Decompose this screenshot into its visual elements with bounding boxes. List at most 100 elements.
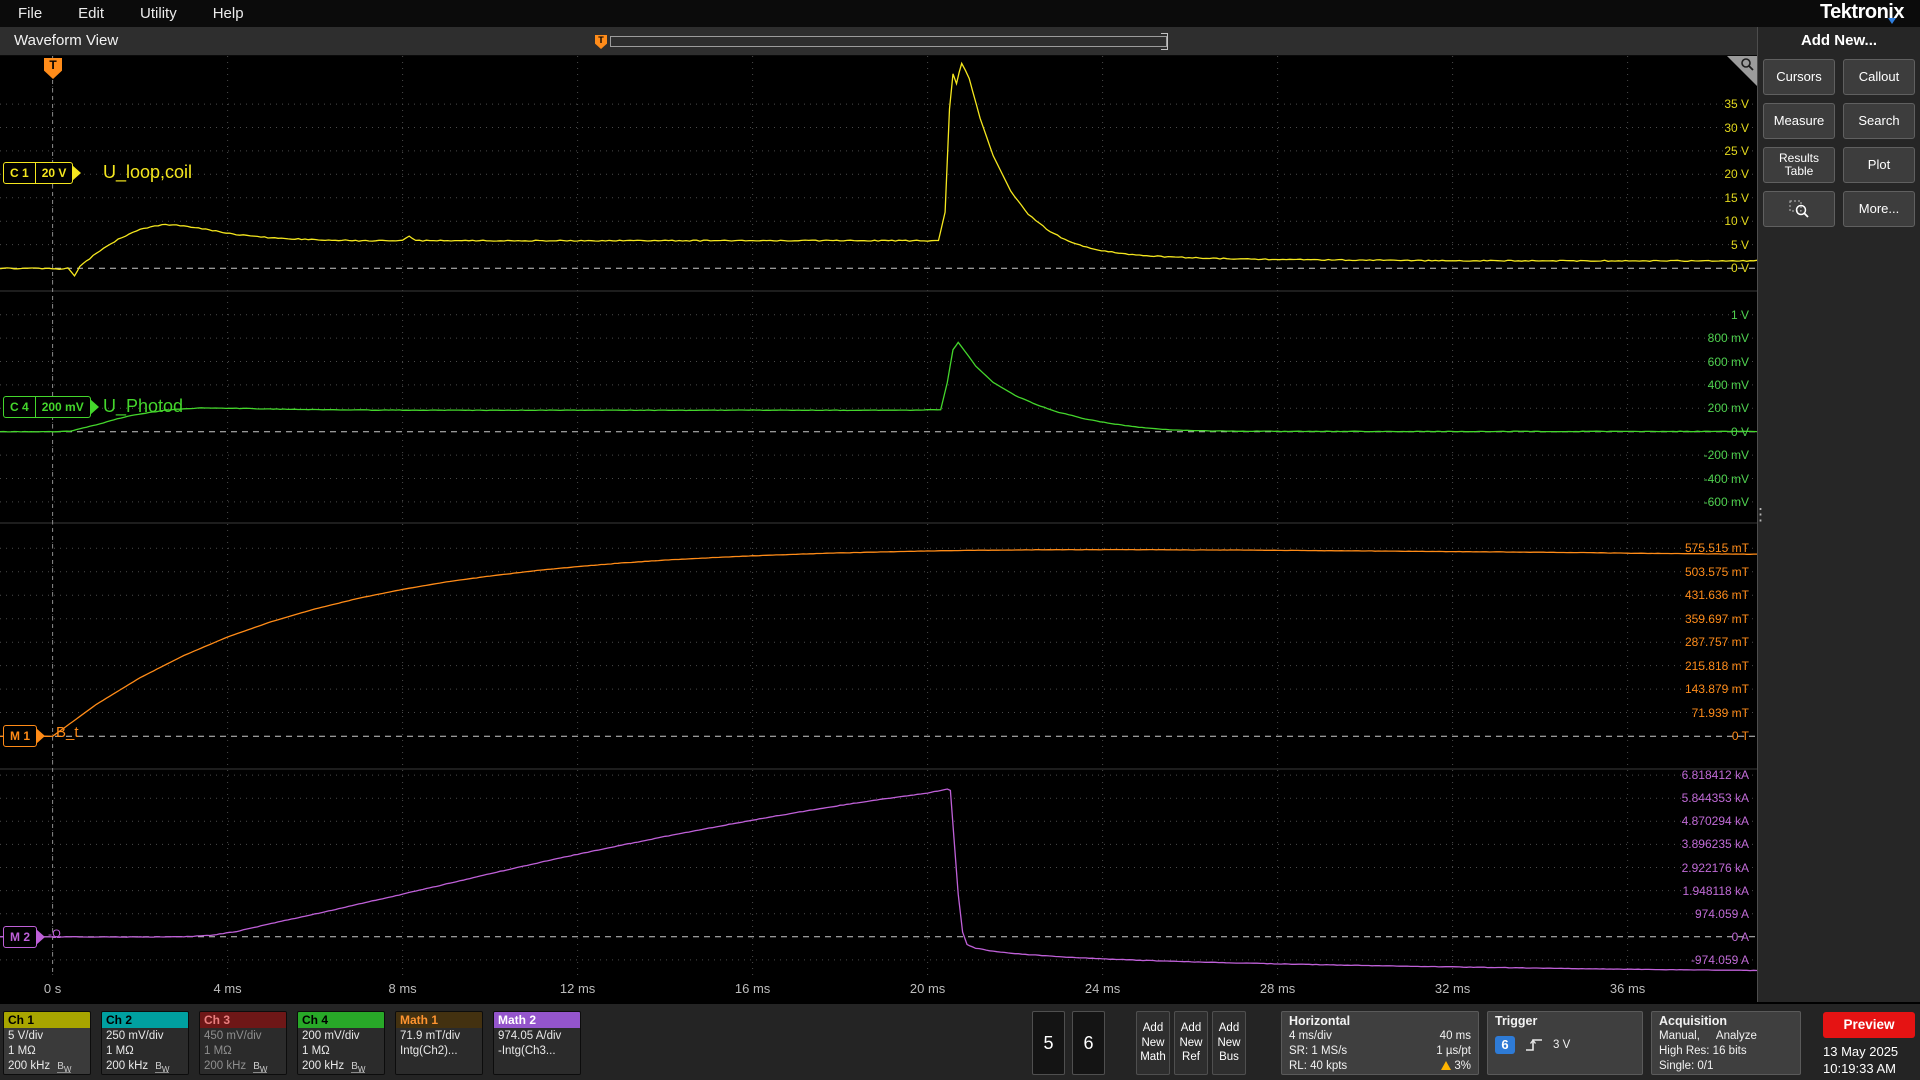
ch1-trace-label: U_loop,coil	[103, 161, 193, 182]
ch4-trace	[0, 341, 1757, 433]
ch1-tick-label: 0 V	[1730, 261, 1749, 276]
add-new-ref-button[interactable]: Add New Ref	[1174, 1011, 1208, 1075]
ch4-tick-label: 1 V	[1730, 307, 1749, 322]
trigger-panel[interactable]: Trigger 6 3 V	[1487, 1011, 1643, 1075]
horizontal-rows: 4 ms/div 40 ms SR: 1 MS/s 1 µs/pt RL: 40 kpt…	[1289, 1029, 1471, 1074]
ch4-tick-label: -200 mV	[1703, 448, 1749, 463]
channel-badge-ch3[interactable]: Ch 3 450 mV/div 1 MΩ 200 kHz BW	[199, 1011, 287, 1075]
bandwidth-limit-indicator: BW	[57, 1060, 72, 1074]
ch1-tick-label: 35 V	[1724, 97, 1749, 112]
channel-slot-button-6[interactable]: 6	[1072, 1011, 1105, 1075]
waveform-plot-area[interactable]: T 35 V 30 V 25 V 20 V 15 V 10 V5 V0 VC 1 20 VU…	[0, 56, 1757, 1002]
x-axis-label: 32 ms	[1434, 981, 1471, 996]
tektronix-logo-accent	[1888, 18, 1896, 24]
math2-badge-segment: M 2	[10, 930, 31, 944]
horizontal-value-right: 1 µs/pt	[1436, 1044, 1471, 1057]
bandwidth-limit-indicator: BW	[253, 1060, 268, 1074]
ch4-badge-header: Ch 4	[298, 1012, 384, 1028]
ch4-tick-label: 0 V	[1730, 424, 1749, 439]
ch4-channel-badge[interactable]: C 4 200 mV	[3, 396, 99, 418]
math1-badge-arrow	[36, 728, 46, 744]
math1-tick-label: 431.636 mT	[1684, 588, 1749, 603]
trigger-level: 3 V	[1553, 1039, 1571, 1051]
x-axis-label: 16 ms	[734, 981, 771, 996]
bottom-settings-bar: Horizontal 4 ms/div 40 ms SR: 1 MS/s 1 µs/p…	[0, 1002, 1920, 1080]
overview-right-bracket[interactable]	[1161, 33, 1168, 50]
ch4-tick-label: 800 mV	[1707, 331, 1749, 346]
sidebar-button-results-table[interactable]: Results Table	[1763, 147, 1835, 183]
sidebar-button-grid: Cursors Callout Measure Search Results Table…	[1758, 59, 1920, 227]
ch1-tick-label: 5 V	[1730, 237, 1749, 252]
ch1-trace	[0, 61, 1757, 278]
sidebar-button-cursors[interactable]: Cursors	[1763, 59, 1835, 95]
sidebar-button-measure[interactable]: Measure	[1763, 103, 1835, 139]
horizontal-row: SR: 1 MS/s 1 µs/pt	[1289, 1044, 1471, 1059]
acquisition-panel[interactable]: Acquisition Manual, Analyze High Res: 16…	[1651, 1011, 1801, 1075]
math2-channel-badge[interactable]: M 2	[3, 926, 46, 948]
date-label: 13 May 2025	[1823, 1044, 1899, 1059]
ch1-tick-label: 10 V	[1724, 214, 1749, 229]
channel-badge-math1[interactable]: Math 1 71.9 mT/div Intg(Ch2)...	[395, 1011, 483, 1075]
ch4-tick-label: 600 mV	[1707, 354, 1749, 369]
ch1-badge-line: 200 kHz BW	[8, 1059, 72, 1074]
math2-tick-label: 974.059 A	[1694, 906, 1749, 921]
sidebar-button-callout[interactable]: Callout	[1843, 59, 1915, 95]
waveform-view-header: Waveform View T	[0, 27, 1757, 56]
waveform-canvas[interactable]	[0, 56, 1757, 975]
ch1-tick-label: 30 V	[1724, 120, 1749, 135]
menu-item-file[interactable]: File	[0, 0, 60, 27]
sidebar-button-more[interactable]: More...	[1843, 191, 1915, 227]
add-new-bus-button[interactable]: Add New Bus	[1212, 1011, 1246, 1075]
math1-badge-header: Math 1	[396, 1012, 482, 1028]
channel-badge-ch1[interactable]: Ch 1 5 V/div 1 MΩ 200 kHz BW	[3, 1011, 91, 1075]
math1-tick-label: 287.757 mT	[1684, 635, 1749, 650]
math2-tick-label: 3.896235 kA	[1681, 837, 1749, 852]
ch3-badge-line: 200 kHz BW	[204, 1059, 268, 1074]
bandwidth-limit-indicator: BW	[351, 1060, 366, 1074]
x-axis-label: 4 ms	[213, 981, 242, 996]
channel-slot-button-5[interactable]: 5	[1032, 1011, 1065, 1075]
sidebar-button-search[interactable]: Search	[1843, 103, 1915, 139]
math2-tick-label: -974.059 A	[1690, 952, 1749, 967]
math2-badge-line: 974.05 A/div	[498, 1030, 562, 1042]
preview-button[interactable]: Preview	[1823, 1012, 1915, 1038]
channel-badge-ch2[interactable]: Ch 2 250 mV/div 1 MΩ 200 kHz BW	[101, 1011, 189, 1075]
math1-channel-badge[interactable]: M 1	[3, 725, 46, 747]
math1-tick-label: 215.818 mT	[1684, 658, 1749, 673]
add-new-math-button[interactable]: Add New Math	[1136, 1011, 1170, 1075]
math2-badge-line: -Intg(Ch3...	[498, 1044, 556, 1057]
horizontal-panel[interactable]: Horizontal 4 ms/div 40 ms SR: 1 MS/s 1 µs/p…	[1281, 1011, 1479, 1075]
math2-tick-label: 2.922176 kA	[1681, 860, 1749, 875]
horizontal-row: 4 ms/div 40 ms	[1289, 1029, 1471, 1044]
math1-badge-body: 71.9 mT/div Intg(Ch2)...	[396, 1028, 482, 1074]
x-axis-label: 8 ms	[388, 981, 417, 996]
x-axis-label: 24 ms	[1084, 981, 1121, 996]
ch1-channel-badge[interactable]: C 1 20 V	[3, 162, 82, 184]
math2-tick-label: 4.870294 kA	[1681, 814, 1749, 829]
ch1-badge-segment: 20 V	[34, 163, 73, 183]
bandwidth-limit-indicator: BW	[155, 1060, 170, 1074]
math2-badge-body: 974.05 A/div -Intg(Ch3...	[494, 1028, 580, 1074]
ch1-badge-arrow	[72, 165, 82, 181]
x-axis-label: 0 s	[43, 981, 62, 996]
acquisition-mode-row: Manual, Analyze	[1659, 1029, 1793, 1044]
sidebar-button-zoom[interactable]	[1763, 191, 1835, 227]
math1-tick-label: 71.939 mT	[1691, 705, 1749, 720]
channel-badge-math2[interactable]: Math 2 974.05 A/div -Intg(Ch3...	[493, 1011, 581, 1075]
sidebar-button-plot[interactable]: Plot	[1843, 147, 1915, 183]
horizontal-overview-bar[interactable]: T	[595, 33, 1168, 50]
zoom-icon	[1789, 200, 1809, 218]
trigger-source-badge: 6	[1495, 1036, 1515, 1054]
ch1-badge-line: 1 MΩ	[8, 1044, 36, 1057]
x-axis-label: 20 ms	[909, 981, 946, 996]
acquisition-mode: Manual,	[1659, 1030, 1700, 1042]
ch2-badge-line: 1 MΩ	[106, 1044, 134, 1057]
menu-item-help[interactable]: Help	[195, 0, 262, 27]
channel-badge-ch4[interactable]: Ch 4 200 mV/div 1 MΩ 200 kHz BW	[297, 1011, 385, 1075]
ch1-tick-label: 25 V	[1724, 143, 1749, 158]
ch1-badge-body: 5 V/div 1 MΩ 200 kHz BW	[4, 1028, 90, 1074]
menu-item-utility[interactable]: Utility	[122, 0, 195, 27]
menu-item-edit[interactable]: Edit	[60, 0, 122, 27]
acquisition-single: Single: 0/1	[1659, 1059, 1714, 1072]
x-axis-label: 28 ms	[1259, 981, 1296, 996]
